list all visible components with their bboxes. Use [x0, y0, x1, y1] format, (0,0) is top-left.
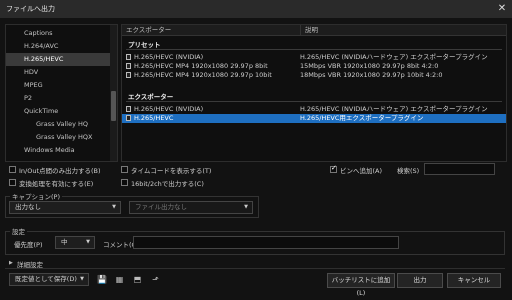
preset-row[interactable]: H.265/HEVC MP4 1920x1080 29.97p 8bit 15M…	[122, 62, 506, 71]
preset-table: エクスポーター 説明 プリセット H.265/HEVC (NVIDIA) H.2…	[121, 24, 507, 162]
exporter-name: H.265/HEVC	[134, 114, 174, 122]
chevron-down-icon: ▼	[80, 276, 84, 282]
format-item-p2[interactable]: P2	[6, 92, 110, 105]
exporter-icon	[126, 106, 131, 112]
preset-desc: 15Mbps VBR 1920x1080 29.97p 8bit 4:2:0	[300, 62, 439, 70]
preset-icon	[126, 72, 131, 78]
window-title: ファイルへ出力	[6, 5, 55, 13]
search-label: 検索(S)	[397, 167, 420, 175]
section-exporter-title: エクスポーター	[128, 93, 174, 101]
format-item-windows-media[interactable]: Windows Media	[6, 144, 110, 157]
preset-icon	[126, 54, 131, 60]
priority-label: 優先度(P)	[14, 241, 43, 249]
exporter-desc: H.265/HEVC用エクスポータープラグイン	[300, 114, 424, 122]
inout-label: In/Out点間のみ出力する(B)	[19, 167, 101, 175]
timecode-checkbox[interactable]	[121, 166, 128, 173]
column-header-description[interactable]: 説明	[300, 25, 506, 36]
add-bin-checkbox[interactable]	[330, 164, 337, 173]
caption-output-dropdown[interactable]: 出力なし ▼	[9, 201, 121, 214]
format-item-captions[interactable]: Captions	[6, 27, 110, 40]
preset-name: H.265/HEVC MP4 1920x1080 29.97p 8bit	[134, 62, 268, 70]
comment-input[interactable]	[133, 236, 399, 249]
section-divider	[126, 101, 502, 102]
scrollbar-thumb[interactable]	[111, 91, 116, 121]
add-to-batch-button[interactable]: バッチリストに追加(L)	[327, 273, 395, 297]
format-list-scrollbar[interactable]	[110, 25, 117, 161]
format-item-mpeg[interactable]: MPEG	[6, 79, 110, 92]
caption-file-dropdown[interactable]: ファイル出力なし ▼	[129, 201, 253, 214]
sixteenbit-label: 16bit/2chで出力する(C)	[131, 180, 204, 188]
column-header-exporter[interactable]: エクスポーター	[122, 25, 300, 36]
exporter-icon	[126, 115, 131, 121]
format-list[interactable]: Captions H.264/AVC H.265/HEVC HDV MPEG P…	[5, 24, 118, 162]
search-input[interactable]	[424, 163, 495, 175]
priority-dropdown[interactable]: 中 ▼	[55, 236, 95, 249]
exporter-row[interactable]: H.265/HEVC (NVIDIA) H.265/HEVC (NVIDIAハー…	[122, 105, 506, 114]
save-default-dropdown[interactable]: 既定値として保存(D) ▼	[9, 273, 89, 286]
exporter-desc: H.265/HEVC (NVIDIAハードウェア) エクスポータープラグイン	[300, 105, 488, 113]
save-default-label: 既定値として保存(D)	[15, 275, 77, 283]
format-item-gv-hqx[interactable]: Grass Valley HQX	[6, 131, 110, 144]
output-button[interactable]: 出力	[397, 273, 443, 288]
import-icon[interactable]: ⬒	[133, 275, 142, 284]
caption-file-value: ファイル出力なし	[135, 203, 187, 211]
chevron-down-icon: ▼	[86, 239, 90, 245]
caption-group-title: キャプション(P)	[10, 191, 62, 201]
save-icon[interactable]: 💾	[97, 275, 107, 284]
inout-checkbox[interactable]	[9, 166, 16, 173]
section-divider	[126, 49, 502, 50]
expand-arrow-icon[interactable]: ▶	[9, 260, 13, 266]
preset-row[interactable]: H.265/HEVC MP4 1920x1080 29.97p 10bit 18…	[122, 71, 506, 80]
preset-desc: 18Mbps VBR 1920x1080 29.97p 10bit 4:2:0	[300, 71, 443, 79]
format-item-h265[interactable]: H.265/HEVC	[6, 53, 110, 66]
caption-output-value: 出力なし	[15, 203, 41, 211]
timecode-label: タイムコードを表示する(T)	[131, 167, 212, 175]
format-item-gv-hq[interactable]: Grass Valley HQ	[6, 118, 110, 131]
convert-label: 変換処理を有効にする(E)	[19, 180, 94, 188]
chevron-down-icon: ▼	[244, 204, 248, 210]
convert-checkbox[interactable]	[9, 179, 16, 186]
delete-icon[interactable]: ▦	[115, 275, 124, 284]
preset-desc: H.265/HEVC (NVIDIAハードウェア) エクスポータープラグイン	[300, 53, 488, 61]
cancel-button[interactable]: キャンセル	[447, 273, 501, 288]
preset-row[interactable]: H.265/HEVC (NVIDIA) H.265/HEVC (NVIDIAハー…	[122, 53, 506, 62]
format-item-quicktime[interactable]: QuickTime	[6, 105, 110, 118]
priority-value: 中	[61, 238, 68, 246]
chevron-down-icon: ▼	[112, 204, 116, 210]
exporter-row-selected[interactable]: H.265/HEVC H.265/HEVC用エクスポータープラグイン	[122, 114, 506, 123]
preset-icon	[126, 63, 131, 69]
preset-name: H.265/HEVC (NVIDIA)	[134, 53, 204, 61]
footer-divider	[5, 268, 505, 269]
close-icon[interactable]: ✕	[496, 3, 508, 15]
format-item-h264[interactable]: H.264/AVC	[6, 40, 110, 53]
sixteenbit-checkbox[interactable]	[121, 179, 128, 186]
format-item-hdv[interactable]: HDV	[6, 66, 110, 79]
preset-name: H.265/HEVC MP4 1920x1080 29.97p 10bit	[134, 71, 272, 79]
export-icon[interactable]: ⬏	[151, 275, 160, 284]
title-bar	[0, 0, 512, 18]
add-bin-label: ビンへ追加(A)	[340, 167, 383, 175]
exporter-name: H.265/HEVC (NVIDIA)	[134, 105, 204, 113]
settings-group-title: 設定	[10, 226, 27, 236]
section-preset-title: プリセット	[128, 41, 161, 49]
